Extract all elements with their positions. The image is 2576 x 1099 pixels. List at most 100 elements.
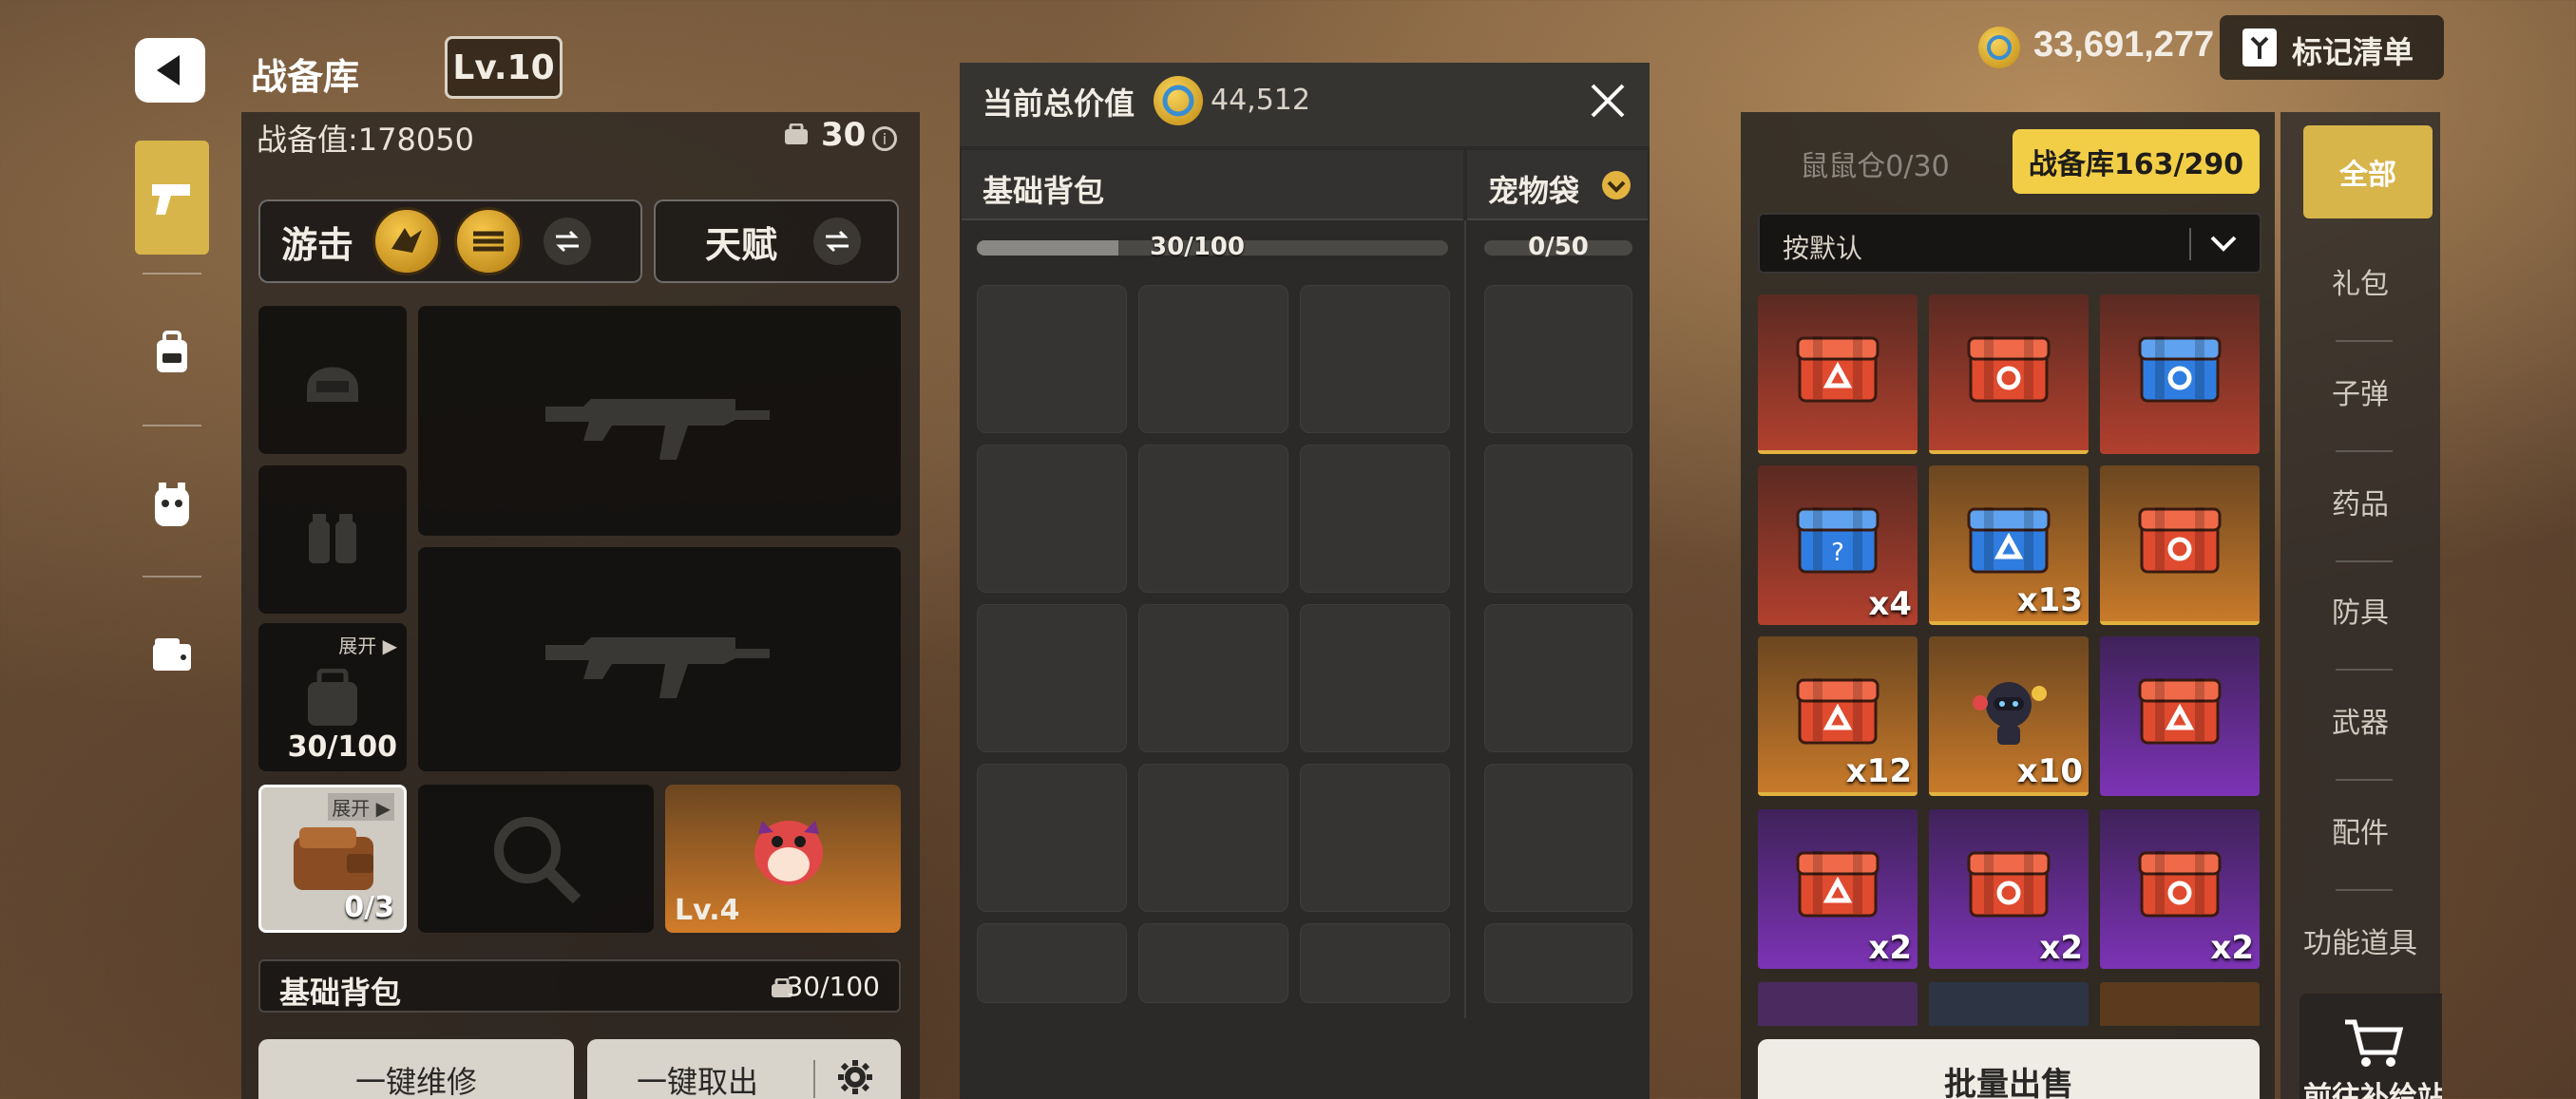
cart-icon (2345, 1019, 2404, 1067)
category-5[interactable]: 武器 (2280, 665, 2440, 774)
wallet-slot[interactable]: 展开 ▶ 0/3 (258, 785, 407, 933)
backpack-icon (308, 669, 357, 726)
supply-station-button[interactable]: 前往补给站 (2299, 994, 2442, 1099)
backpack-cell[interactable] (1300, 923, 1450, 1003)
swap-icon[interactable] (544, 218, 592, 265)
pet-bag-cell[interactable] (1484, 445, 1632, 593)
backpack-cell[interactable] (977, 285, 1127, 433)
pet-icon (754, 821, 823, 885)
close-icon[interactable] (1589, 82, 1627, 120)
item-tile-red-crate-circle[interactable]: x2 (1929, 809, 2089, 969)
item-tile-blue-crate-triangle[interactable]: x13 (1929, 465, 2089, 625)
take-all-button[interactable]: 一键取出 (637, 1058, 758, 1099)
red-crate-triangle-icon (1790, 323, 1885, 412)
backpack-cell[interactable] (1138, 604, 1288, 752)
nav-pet[interactable] (135, 448, 209, 562)
expand-label[interactable]: 展开 ▶ (338, 631, 397, 658)
item-quantity: x2 (1868, 929, 1912, 967)
backpack-cell[interactable] (1300, 285, 1450, 433)
backpack-cell[interactable] (1300, 445, 1450, 593)
column-divider (1464, 220, 1466, 1018)
backpack-cell[interactable] (1138, 764, 1288, 912)
item-tile-robot-toy[interactable]: x10 (1929, 636, 2089, 796)
item-tile-red-crate-circle[interactable] (2100, 465, 2260, 625)
item-tile-blue-crate-question[interactable]: ? x4 (1758, 465, 1918, 625)
info-icon[interactable]: i (872, 126, 897, 151)
item-tile-partial[interactable] (2100, 982, 2260, 1026)
backpack-cell[interactable] (1138, 445, 1288, 593)
power-value: 战备值:178050 (257, 122, 474, 158)
nav-weapon[interactable] (135, 141, 209, 255)
item-quantity: x10 (2016, 752, 2083, 790)
expand-label[interactable]: 展开 ▶ (328, 793, 394, 821)
basic-backpack-bar[interactable]: 基础背包 30/100 (258, 959, 901, 1013)
category-2[interactable]: 子弹 (2280, 336, 2440, 445)
pet-bag-cell[interactable] (1484, 923, 1632, 1003)
category-1[interactable]: 礼包 (2280, 226, 2440, 335)
pet-bag-cell[interactable] (1484, 764, 1632, 912)
total-value-label: 当前总价值 (983, 85, 1135, 122)
batch-sell-button[interactable]: 批量出售 (1758, 1039, 2260, 1099)
repair-all-button[interactable]: 一键维修 (258, 1039, 574, 1099)
tab-hamster-storage[interactable]: 鼠鼠仓0/30 (1754, 129, 1995, 198)
sort-dropdown[interactable]: 按默认 (1758, 213, 2261, 274)
red-crate-circle-icon (2132, 838, 2227, 927)
pet-slot[interactable]: Lv.4 (665, 785, 901, 933)
class-selector[interactable]: 游击 (258, 199, 642, 283)
basic-capacity-text: 30/100 (1150, 233, 1245, 261)
capacity-icon (783, 123, 810, 146)
back-arrow-icon (157, 55, 180, 85)
item-tile-red-crate-triangle[interactable]: x12 (1758, 636, 1918, 796)
item-tile-blue-crate-circle[interactable] (2100, 294, 2260, 454)
coin-icon (1154, 76, 1203, 125)
category-0[interactable]: 全部 (2303, 125, 2433, 218)
helmet-icon (307, 367, 358, 402)
item-tile-partial[interactable] (1758, 982, 1918, 1026)
wallet-icon (153, 638, 191, 671)
rifle-icon (545, 637, 770, 698)
helmet-slot[interactable] (258, 306, 407, 454)
item-tile-red-crate-circle[interactable]: x2 (2100, 809, 2260, 969)
category-6[interactable]: 配件 (2280, 775, 2440, 884)
item-tile-red-crate-circle[interactable] (1929, 294, 2089, 454)
nav-backpack[interactable] (135, 296, 209, 410)
talent-selector[interactable]: 天赋 (654, 199, 899, 283)
pet-bag-cell[interactable] (1484, 285, 1632, 433)
nav-wallet[interactable] (135, 598, 209, 712)
tab-basic-backpack[interactable]: 基础背包 (962, 150, 1463, 220)
item-tile-red-crate-triangle[interactable] (1758, 294, 1918, 454)
backpack-cell[interactable] (977, 923, 1127, 1003)
backpack-cell[interactable] (1138, 923, 1288, 1003)
back-button[interactable] (135, 38, 205, 103)
tab-armory-storage[interactable]: 战备库163/290 (2013, 129, 2260, 194)
gold-coin-icon (1978, 27, 2020, 68)
backpack-cell[interactable] (1300, 764, 1450, 912)
primary-weapon-slot[interactable] (418, 306, 901, 536)
secondary-weapon-slot[interactable] (418, 547, 901, 771)
category-3[interactable]: 药品 (2280, 446, 2440, 556)
item-tile-red-crate-triangle[interactable]: x2 (1758, 809, 1918, 969)
item-tile-red-crate-triangle[interactable] (2100, 636, 2260, 796)
category-7[interactable]: 功能道具 (2280, 885, 2440, 995)
armor-slot[interactable] (258, 465, 407, 614)
backpack-cell[interactable] (977, 764, 1127, 912)
backpack-cell[interactable] (977, 604, 1127, 752)
tab-pet-bag[interactable]: 宠物袋 (1467, 150, 1648, 220)
sort-label: 按默认 (1783, 233, 1863, 264)
gear-icon[interactable] (836, 1058, 874, 1096)
pet-capacity-text: 0/50 (1528, 233, 1589, 261)
backpack-cell[interactable] (977, 445, 1127, 593)
backpack-cell[interactable] (1138, 285, 1288, 433)
category-4[interactable]: 防具 (2280, 555, 2440, 664)
armor-icon (309, 514, 356, 563)
backpack-slot[interactable]: 展开 ▶ 30/100 (258, 623, 407, 771)
swap-icon[interactable] (813, 218, 862, 265)
search-slot[interactable] (418, 785, 654, 933)
mark-list-button[interactable]: 标记清单 (2220, 15, 2444, 80)
pet-bag-cell[interactable] (1484, 604, 1632, 752)
backpack-cell[interactable] (1300, 604, 1450, 752)
item-tile-partial[interactable] (1929, 982, 2089, 1026)
tab-basic-label: 基础背包 (983, 173, 1105, 209)
red-crate-triangle-icon (1790, 838, 1885, 927)
chevron-down-icon (2210, 236, 2237, 252)
